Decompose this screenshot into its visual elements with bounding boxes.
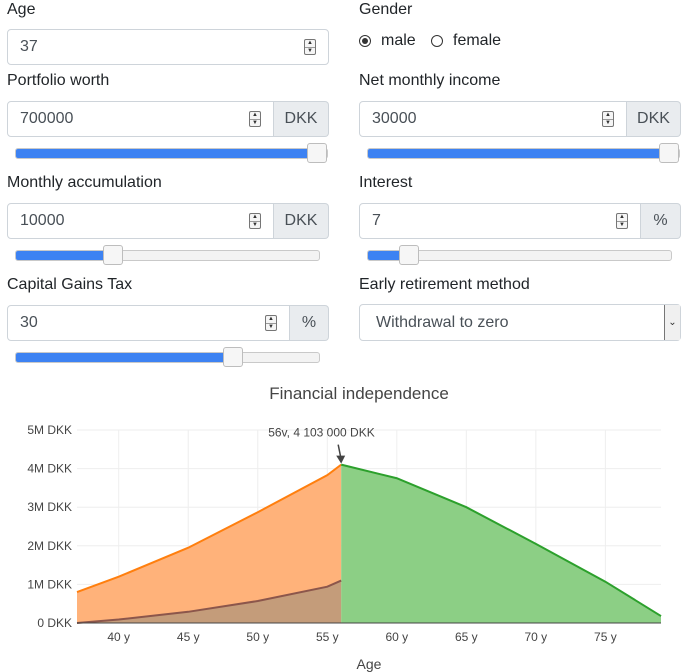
- slider-thumb[interactable]: [307, 143, 327, 163]
- portfolio-label: Portfolio worth: [7, 72, 110, 89]
- gender-male-label: male: [381, 32, 416, 49]
- age-input[interactable]: 37 ▲ ▼: [7, 29, 329, 65]
- portfolio-value: 700000: [20, 110, 74, 127]
- spin-down-icon[interactable]: ▼: [250, 118, 260, 127]
- x-tick-label: 65 y: [455, 630, 478, 644]
- age-spinner[interactable]: ▲ ▼: [304, 39, 316, 55]
- portfolio-input[interactable]: 700000 ▲ ▼: [7, 101, 274, 137]
- radio-unchecked-icon[interactable]: [431, 35, 443, 47]
- accumulation-slider[interactable]: [15, 245, 320, 265]
- x-axis-label: Age: [357, 656, 382, 672]
- slider-thumb[interactable]: [102, 245, 123, 265]
- tax-unit: %: [290, 305, 329, 341]
- slider-fill: [16, 251, 116, 260]
- income-slider[interactable]: [367, 143, 680, 163]
- income-value: 30000: [372, 110, 417, 127]
- annotation-label: 56v, 4 103 000 DKK: [268, 426, 375, 440]
- chart-title: Financial independence: [269, 384, 449, 403]
- income-label: Net monthly income: [359, 72, 501, 89]
- income-unit: DKK: [627, 101, 681, 137]
- accumulation-label: Monthly accumulation: [7, 174, 162, 191]
- age-value: 37: [20, 38, 38, 55]
- tax-slider[interactable]: [15, 347, 320, 367]
- x-tick-label: 60 y: [385, 630, 408, 644]
- income-input[interactable]: 30000 ▲ ▼: [359, 101, 627, 137]
- y-tick-label: 0 DKK: [37, 616, 72, 630]
- method-select[interactable]: Withdrawal to zero ⌄: [359, 304, 681, 341]
- spin-down-icon[interactable]: ▼: [603, 118, 613, 127]
- x-tick-label: 45 y: [177, 630, 200, 644]
- x-tick-label: 55 y: [316, 630, 339, 644]
- spin-down-icon[interactable]: ▼: [266, 322, 276, 331]
- y-tick-label: 5M DKK: [27, 423, 72, 437]
- interest-slider[interactable]: [367, 245, 672, 265]
- x-tick-label: 75 y: [594, 630, 617, 644]
- slider-thumb[interactable]: [659, 143, 679, 163]
- y-tick-label: 2M DKK: [27, 539, 72, 553]
- y-tick-label: 4M DKK: [27, 462, 72, 476]
- tax-value: 30: [20, 314, 38, 331]
- age-label: Age: [7, 1, 36, 18]
- gender-male-radio[interactable]: male: [359, 32, 416, 50]
- financial-independence-chart: Financial independence 0 DKK 1M DKK 2M DKK…: [27, 384, 662, 672]
- portfolio-slider[interactable]: [15, 143, 328, 163]
- method-value: Withdrawal to zero: [376, 313, 509, 331]
- slider-thumb[interactable]: [222, 347, 243, 367]
- radio-checked-icon[interactable]: [359, 35, 371, 47]
- tax-label: Capital Gains Tax: [7, 276, 133, 293]
- accumulation-input[interactable]: 10000 ▲ ▼: [7, 203, 274, 239]
- annotation-arrowhead: [336, 455, 346, 464]
- gender-female-radio[interactable]: female: [431, 32, 501, 50]
- slider-fill: [16, 353, 241, 362]
- interest-input[interactable]: 7 ▲ ▼: [359, 203, 641, 239]
- interest-label: Interest: [359, 174, 413, 191]
- y-tick-label: 3M DKK: [27, 500, 72, 514]
- slider-fill: [16, 149, 327, 158]
- x-tick-label: 40 y: [107, 630, 130, 644]
- portfolio-unit: DKK: [274, 101, 329, 137]
- method-label: Early retirement method: [359, 276, 530, 293]
- slider-thumb[interactable]: [399, 245, 420, 265]
- gender-female-label: female: [453, 32, 502, 49]
- accumulation-spinner[interactable]: ▲ ▼: [249, 213, 261, 229]
- gender-label: Gender: [359, 1, 413, 18]
- spin-down-icon[interactable]: ▼: [305, 46, 315, 55]
- interest-value: 7: [372, 212, 381, 229]
- income-spinner[interactable]: ▲ ▼: [602, 111, 614, 127]
- accumulation-value: 10000: [20, 212, 65, 229]
- x-tick-label: 70 y: [525, 630, 548, 644]
- x-tick-label: 50 y: [246, 630, 269, 644]
- tax-spinner[interactable]: ▲ ▼: [265, 315, 277, 331]
- spin-down-icon[interactable]: ▼: [617, 220, 627, 229]
- spin-down-icon[interactable]: ▼: [250, 220, 260, 229]
- tax-input[interactable]: 30 ▲ ▼: [7, 305, 290, 341]
- accumulation-unit: DKK: [274, 203, 329, 239]
- interest-unit: %: [641, 203, 681, 239]
- interest-spinner[interactable]: ▲ ▼: [616, 213, 628, 229]
- y-tick-label: 1M DKK: [27, 577, 72, 591]
- chevron-down-icon[interactable]: ⌄: [664, 305, 680, 340]
- portfolio-spinner[interactable]: ▲ ▼: [249, 111, 261, 127]
- withdrawal-area: [341, 464, 661, 623]
- slider-fill: [368, 149, 679, 158]
